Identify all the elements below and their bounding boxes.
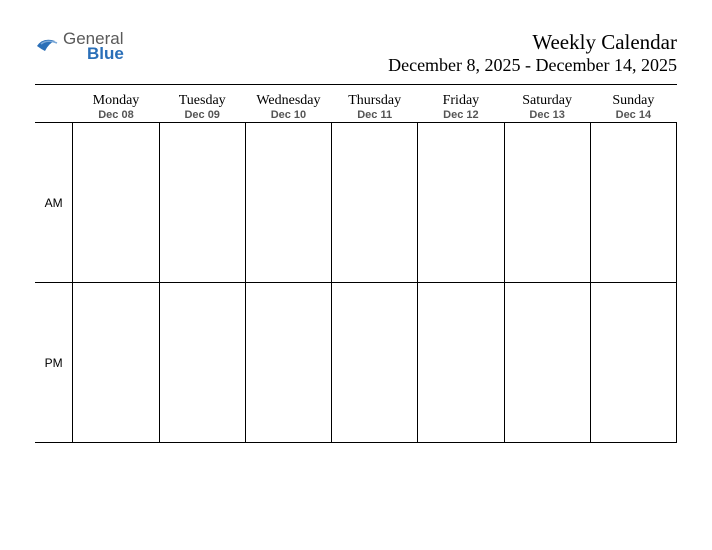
day-header-thursday: Thursday Dec 11 (332, 91, 418, 123)
calendar-cell (418, 283, 504, 443)
calendar-cell (332, 123, 418, 283)
calendar-cell (590, 123, 676, 283)
day-date: Dec 10 (245, 109, 331, 121)
calendar-grid: Monday Dec 08 Tuesday Dec 09 Wednesday D… (35, 91, 677, 443)
day-header-friday: Friday Dec 12 (418, 91, 504, 123)
logo: General Blue (35, 30, 124, 62)
day-header-tuesday: Tuesday Dec 09 (159, 91, 245, 123)
day-name: Monday (73, 93, 159, 109)
day-name: Tuesday (159, 93, 245, 109)
header: General Blue Weekly Calendar December 8,… (35, 30, 677, 76)
day-date: Dec 14 (590, 109, 676, 121)
period-label-am: AM (35, 123, 73, 283)
calendar-cell (245, 123, 331, 283)
day-name: Friday (418, 93, 504, 109)
day-header-sunday: Sunday Dec 14 (590, 91, 676, 123)
day-name: Thursday (332, 93, 418, 109)
header-divider (35, 84, 677, 85)
logo-text-blue: Blue (87, 45, 124, 62)
day-date: Dec 09 (159, 109, 245, 121)
calendar-cell (504, 123, 590, 283)
calendar-cell (245, 283, 331, 443)
day-name: Wednesday (245, 93, 331, 109)
day-name: Saturday (504, 93, 590, 109)
calendar-cell (590, 283, 676, 443)
day-name: Sunday (590, 93, 676, 109)
day-header-wednesday: Wednesday Dec 10 (245, 91, 331, 123)
calendar-cell (159, 123, 245, 283)
day-date: Dec 08 (73, 109, 159, 121)
day-date: Dec 12 (418, 109, 504, 121)
calendar-row-am: AM (35, 123, 677, 283)
logo-swoosh-icon (35, 33, 61, 59)
page-title: Weekly Calendar (388, 30, 677, 55)
label-column-header (35, 91, 73, 123)
calendar-cell (159, 283, 245, 443)
calendar-row-pm: PM (35, 283, 677, 443)
calendar-cell (504, 283, 590, 443)
day-header-monday: Monday Dec 08 (73, 91, 159, 123)
period-label-pm: PM (35, 283, 73, 443)
calendar-cell (73, 123, 159, 283)
calendar-cell (73, 283, 159, 443)
day-date: Dec 11 (332, 109, 418, 121)
title-block: Weekly Calendar December 8, 2025 - Decem… (388, 30, 677, 76)
calendar-cell (418, 123, 504, 283)
date-range: December 8, 2025 - December 14, 2025 (388, 55, 677, 76)
logo-text: General Blue (63, 30, 124, 62)
calendar-cell (332, 283, 418, 443)
calendar-header-row: Monday Dec 08 Tuesday Dec 09 Wednesday D… (35, 91, 677, 123)
day-date: Dec 13 (504, 109, 590, 121)
day-header-saturday: Saturday Dec 13 (504, 91, 590, 123)
